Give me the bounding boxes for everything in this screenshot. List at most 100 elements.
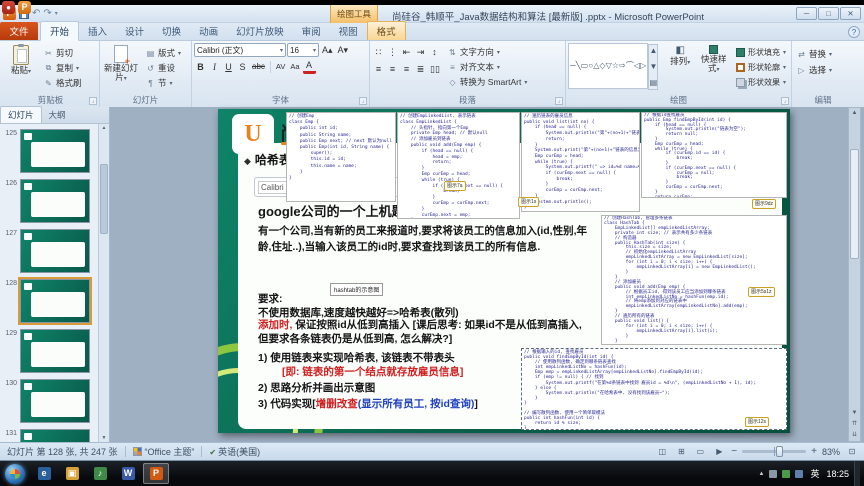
shape-arc-icon[interactable]: ⌒ [626,61,634,71]
text-shadow-button[interactable]: S [236,60,249,74]
shape-rectangle-icon[interactable]: ▭ [581,61,589,71]
shape-pentagon-icon[interactable]: ▷ [640,61,646,71]
reading-view-button[interactable]: ▭ [693,447,707,456]
slide-thumbnail-125[interactable] [20,129,90,173]
screen-recorder-icon[interactable]: ● [2,1,15,14]
language-indicator[interactable]: ✔ 英语(美国) [209,445,260,458]
tab-animations[interactable]: 动画 [190,22,227,40]
paragraph-dialog-launcher[interactable]: ⌟ [555,97,563,105]
tab-view[interactable]: 视图 [330,22,367,40]
code-box-emplinkedlist-add[interactable]: // 创建EmpLinkedList, 表示链表 class EmpLinked… [397,112,520,219]
figure-tag[interactable]: 图示7a [444,181,466,191]
panel-scrollbar-thumb[interactable] [100,164,108,234]
taskbar-app-explorer[interactable]: ▣ [59,463,85,484]
shape-arrow-icon[interactable]: ⇨ [619,61,626,71]
list-item-2[interactable]: 2) 思路分析并画出示意图 [258,380,375,395]
decrease-indent-button[interactable]: ⇤ [400,45,413,59]
align-text-button[interactable]: ≡ 对齐文本 ▾ [445,60,530,74]
taskbar-app-media[interactable]: ♪ [87,463,113,484]
normal-view-button[interactable]: ◫ [655,447,669,456]
zoom-slider-thumb[interactable] [776,446,784,457]
tray-expand-icon[interactable]: ▲ [759,471,765,477]
slide-sorter-view-button[interactable]: ⊞ [674,447,688,456]
list-item-1-note[interactable]: [即: 链表的第一个结点就存放雇员信息] [282,364,463,379]
replace-button[interactable]: ⇄ 替换 ▾ [794,47,835,61]
panel-scrollbar[interactable]: ▲ ▼ [98,124,109,442]
shrink-font-button[interactable]: A▾ [336,43,351,57]
tray-icon-1[interactable] [769,469,778,478]
format-painter-button[interactable]: ✎ 格式刷 [41,76,85,90]
shape-fill-button[interactable]: 形状填充 ▾ [733,45,789,59]
arrange-button[interactable]: ◧ 排列▾ [666,43,695,68]
code-box-list-method[interactable]: // 遍历链表的雇员信息 public void list(int no) { … [521,112,640,212]
zoom-out-button[interactable]: − [731,446,737,457]
figure-tag[interactable]: 图示9dz [752,199,777,209]
character-spacing-button[interactable]: AV [274,60,287,74]
figure-tag[interactable]: 图示1s [518,197,540,207]
slide-thumbnail-129[interactable] [20,329,90,373]
tray-icon-3[interactable] [795,469,804,478]
shapes-gallery-scrollbar[interactable]: ▲ ▼ ▤ [648,44,659,90]
italic-button[interactable]: I [208,60,221,74]
qat-dropdown-icon[interactable]: ▾ [55,10,58,17]
paste-button[interactable]: 粘贴▾ [4,43,38,77]
scrollbar-thumb[interactable] [850,149,859,259]
slide-thumbnail-128-selected[interactable] [18,277,92,325]
zoom-in-button[interactable]: + [811,446,817,457]
shape-down-triangle-icon[interactable]: ▽ [606,61,612,71]
shape-effects-button[interactable]: 形状效果 ▾ [733,75,789,89]
tab-slideshow[interactable]: 幻灯片放映 [227,22,293,40]
slide-heading[interactable]: google公司的一个上机题: [258,201,409,220]
figure-tag[interactable]: 图示12s [745,417,770,427]
line-spacing-button[interactable]: ↕ [428,45,441,59]
requirement-2[interactable]: 添加时, 保证按照id从低到高插入 [课后思考: 如果id不是从低到高插入, 但… [258,319,594,346]
slide-canvas[interactable]: U 尚硅谷 ◆哈希表(散列)-应用实例 Calibri (正▾ 16▾ A▴ A… [218,109,790,433]
tab-insert[interactable]: 插入 [79,22,116,40]
slideshow-view-button[interactable]: ▶ [712,447,726,456]
strikethrough-button[interactable]: abc [250,60,267,74]
start-button[interactable] [5,463,25,484]
change-case-button[interactable]: Aa [288,60,301,74]
show-desktop-button[interactable] [854,461,860,486]
taskbar-app-word[interactable]: W [115,463,141,484]
help-icon[interactable]: ? [848,26,860,38]
section-button[interactable]: ¶ 节 ▾ [143,76,184,90]
underline-button[interactable]: U [222,60,235,74]
increase-indent-button[interactable]: ⇥ [414,45,427,59]
justify-button[interactable]: ≣ [414,62,427,76]
columns-button[interactable]: ▯▯ [428,62,442,76]
list-item-1[interactable]: 1) 使用链表来实现哈希表, 该链表不带表头 [258,350,455,365]
font-color-button[interactable]: A [302,60,316,74]
vertical-scrollbar[interactable]: ▲ ▼ ⇈ ⇊ [848,107,861,442]
shape-triangle-icon[interactable]: △ [593,61,599,71]
minimize-button[interactable]: ─ [796,7,817,20]
shape-diamond-icon[interactable]: ◇ [599,61,605,71]
clipboard-dialog-launcher[interactable]: ⌟ [89,97,97,105]
quick-styles-button[interactable]: 快速样式▾ [698,43,730,75]
tab-review[interactable]: 审阅 [293,22,330,40]
redo-icon[interactable]: ↷ [43,8,51,20]
zoom-level[interactable]: 83% [822,447,840,457]
align-center-button[interactable]: ≡ [386,62,399,76]
taskbar-clock[interactable]: 18:25 [826,469,849,479]
copy-button[interactable]: ⧉ 复制 ▾ [41,61,85,75]
previous-slide-icon[interactable]: ⇈ [852,419,857,430]
align-right-button[interactable]: ≡ [400,62,413,76]
shape-right-triangle-icon[interactable]: ◁ [634,61,640,71]
slide-paragraph[interactable]: 有一个公司,当有新的员工来报道时,要求将该员工的信息加入(id,性别,年龄,住址… [258,223,590,255]
tray-icon-2[interactable] [782,469,791,478]
smartart-button[interactable]: ◇ 转换为 SmartArt ▾ [445,75,530,89]
new-slide-button[interactable]: 新建幻灯片▾ [102,43,140,84]
list-item-3[interactable]: 3) 代码实现[增删改查(显示所有员工, 按id查询)] [258,396,478,411]
hashtab-diagram-label[interactable]: hashtab的示意图 [330,283,384,296]
requirement-1[interactable]: 不使用数据库,速度越快越好=>哈希表(散列) [258,305,459,320]
slide-thumbnail-127[interactable] [20,229,90,273]
code-box-emp-class[interactable]: // 创建Emp class Emp { public int id; publ… [286,112,396,202]
align-left-button[interactable]: ≡ [372,62,385,76]
fit-to-window-button[interactable]: ⊡ [845,447,859,456]
figure-tag[interactable]: 图示5s1z [748,287,775,297]
tab-file[interactable]: 文件 [0,22,38,40]
shape-star-icon[interactable]: ☆ [612,61,619,71]
tab-design[interactable]: 设计 [116,22,153,40]
scroll-up-icon[interactable]: ▲ [852,108,858,119]
